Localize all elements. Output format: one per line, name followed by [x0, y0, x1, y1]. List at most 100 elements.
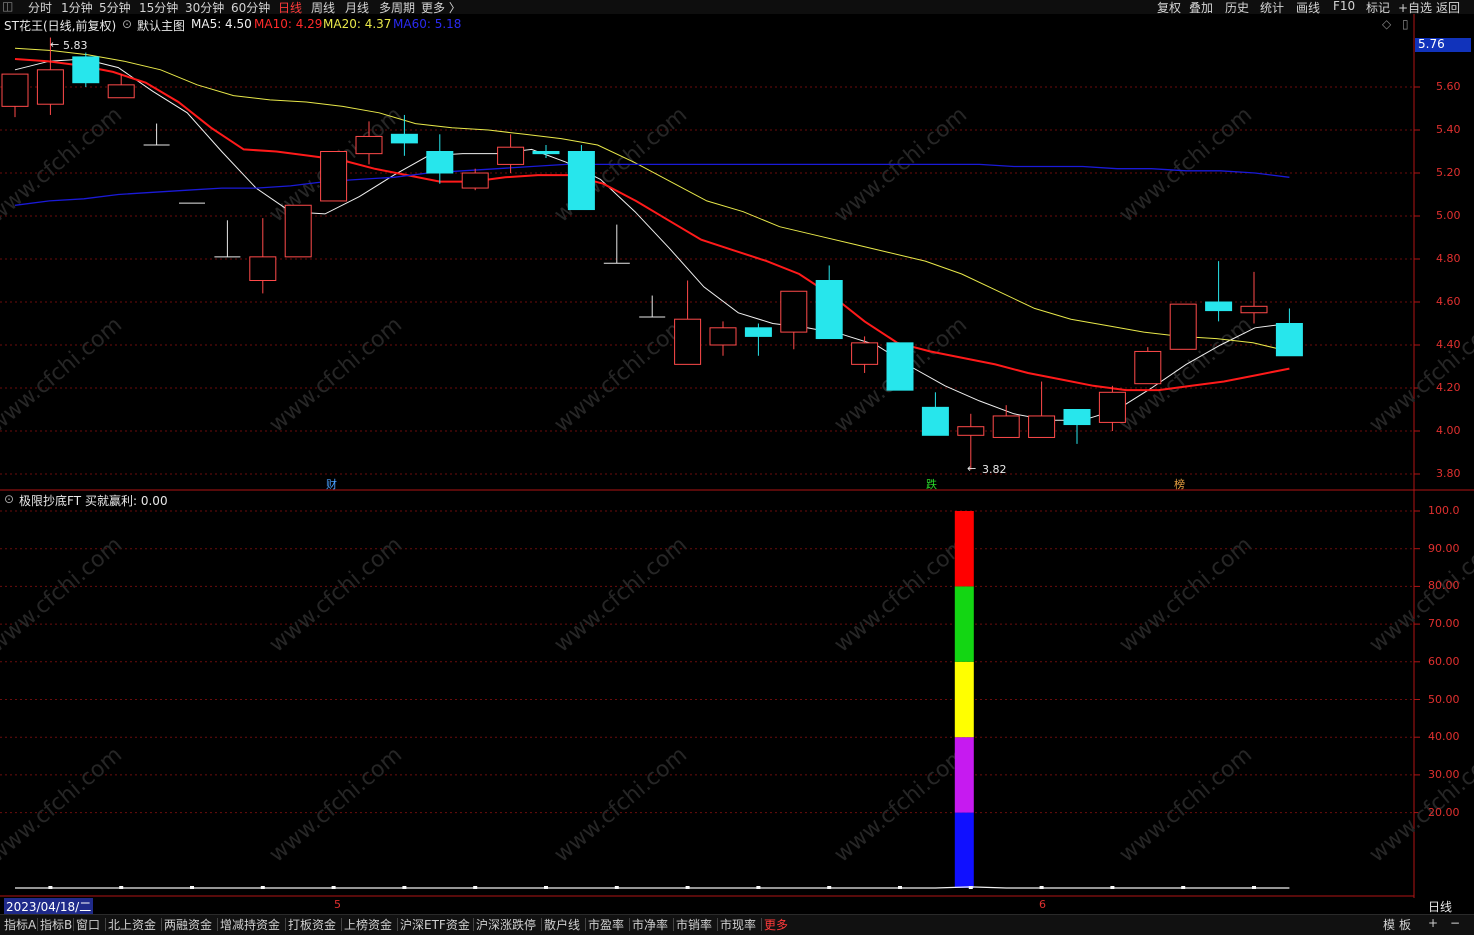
bottom-tab-4[interactable]: 两融资金 — [164, 916, 212, 933]
candle — [143, 123, 170, 146]
ma-line-ma60 — [14, 163, 1290, 206]
bottom-tab-13[interactable]: 市销率 — [676, 916, 712, 933]
bottom-tab-10[interactable]: 散户线 — [544, 916, 580, 933]
price-tick-label: 4.80 — [1436, 252, 1461, 265]
candle-body-up — [461, 172, 489, 189]
mode-button[interactable]: 模 — [1383, 916, 1395, 933]
indicator-toggle-icon[interactable]: ⊙ — [4, 492, 14, 506]
tab-separator — [717, 918, 718, 931]
signal-bar-segment — [954, 737, 974, 813]
candle-body-up — [107, 84, 135, 99]
price-tick-label: 4.20 — [1436, 381, 1461, 394]
price-tick-label: 5.20 — [1436, 166, 1461, 179]
watermark-text: www.cfchi.com — [830, 742, 972, 867]
candle-body-up — [1028, 415, 1056, 438]
indicator-tick-label: 20.00 — [1428, 805, 1460, 819]
candle-body-up — [36, 69, 64, 105]
bottom-tab-7[interactable]: 上榜资金 — [344, 916, 392, 933]
finance-event-marker[interactable]: 财 — [326, 476, 337, 492]
tab-separator — [217, 918, 218, 931]
watermark-text: www.cfchi.com — [1115, 742, 1257, 867]
bottom-tab-3[interactable]: 北上资金 — [108, 916, 156, 933]
period-label[interactable]: 日线 — [1428, 898, 1452, 915]
watermark-text: www.cfchi.com — [550, 532, 692, 657]
candle-body-down — [815, 280, 843, 340]
candle-body-up — [355, 135, 383, 155]
candle-body-down — [532, 151, 560, 155]
bottom-tab-5[interactable]: 增减持资金 — [220, 916, 280, 933]
high-label: 5.83 — [63, 39, 88, 52]
tab-separator — [341, 918, 342, 931]
kline-chart[interactable]: www.cfchi.com www.cfchi.com www.cfchi.com w… — [0, 0, 1474, 934]
bottom-tab-2[interactable]: 窗口 — [76, 916, 100, 933]
candle-body-up — [957, 426, 985, 436]
watermark-text: www.cfchi.com — [830, 532, 972, 657]
list-event-marker[interactable]: 榜 — [1174, 476, 1185, 492]
bottom-tab-1[interactable]: 指标B — [40, 916, 72, 933]
indicator-tick-label: 90.00 — [1428, 541, 1460, 555]
candle — [72, 52, 100, 87]
indicator-tick-label: 40.00 — [1428, 730, 1460, 744]
candle-body-down — [426, 151, 454, 174]
price-tick-label: 5.60 — [1436, 80, 1461, 93]
zoom-out-button[interactable]: − — [1450, 916, 1460, 930]
watermark-text: www.cfchi.com — [550, 742, 692, 867]
candle-body-up — [284, 204, 312, 258]
candle — [603, 224, 630, 264]
candle-body-up — [1098, 391, 1126, 423]
candle — [780, 290, 808, 350]
indicator-tick-label: 50.00 — [1428, 692, 1460, 706]
candle-body-down — [1205, 301, 1233, 312]
candle — [1, 73, 29, 118]
watermark-text: www.cfchi.com — [0, 102, 127, 227]
indicator-tick-label: 100.0 — [1428, 504, 1460, 517]
candle-body-up — [992, 415, 1020, 438]
candle-body-down — [1063, 409, 1091, 426]
candle-body-down — [886, 342, 914, 391]
ma-line-ma5 — [14, 58, 1290, 421]
watermark-text: www.cfchi.com — [1365, 312, 1474, 437]
signal-bar-segment — [954, 511, 974, 587]
bottom-tab-12[interactable]: 市净率 — [632, 916, 668, 933]
indicator-value: 买就赢利: 0.00 — [85, 494, 168, 508]
candle-body-down — [72, 56, 100, 84]
bottom-tab-6[interactable]: 打板资金 — [288, 916, 336, 933]
tab-separator — [541, 918, 542, 931]
current-price-label: 5.76 — [1418, 37, 1445, 51]
limit-down-event-marker[interactable]: 跌 — [926, 476, 937, 492]
candle — [284, 204, 312, 258]
bottom-tab-11[interactable]: 市盈率 — [588, 916, 624, 933]
price-tick-label: 4.00 — [1436, 424, 1461, 437]
bottom-tab-14[interactable]: 市现率 — [720, 916, 756, 933]
tab-separator — [585, 918, 586, 931]
candle — [709, 321, 737, 356]
candle-body-up — [780, 290, 808, 333]
tab-separator — [397, 918, 398, 931]
watermark-text: www.cfchi.com — [550, 312, 692, 437]
tab-separator — [161, 918, 162, 931]
tab-separator — [629, 918, 630, 931]
bottom-tab-15[interactable]: 更多 — [764, 916, 788, 933]
tab-separator — [105, 918, 106, 931]
tab-separator — [673, 918, 674, 931]
candle — [639, 295, 666, 318]
candle-body-up — [1, 73, 29, 107]
candle — [674, 280, 702, 365]
candle-body-up — [497, 146, 525, 165]
bottom-tab-0[interactable]: 指标A — [4, 916, 36, 933]
bottom-tab-8[interactable]: 沪深ETF资金 — [400, 916, 470, 933]
board-button[interactable]: 板 — [1399, 916, 1411, 933]
watermark-text: www.cfchi.com — [265, 742, 407, 867]
tab-separator — [73, 918, 74, 931]
price-tick-label: 5.00 — [1436, 209, 1461, 222]
zoom-in-button[interactable]: + — [1428, 916, 1438, 930]
candle — [461, 168, 489, 191]
candle-body-down — [744, 327, 772, 337]
bottom-tab-9[interactable]: 沪深涨跌停 — [476, 916, 536, 933]
candle — [320, 151, 348, 202]
candle — [249, 218, 277, 294]
candle — [1134, 347, 1162, 385]
watermark-text: www.cfchi.com — [0, 742, 127, 867]
high-arrow: ← — [50, 38, 60, 51]
bottom-tab-bar: 指标A 指标B 窗口 北上资金 两融资金 增减持资金 打板资金 上榜资金 沪深ETF资金 沪深涨跌… — [0, 914, 1474, 935]
